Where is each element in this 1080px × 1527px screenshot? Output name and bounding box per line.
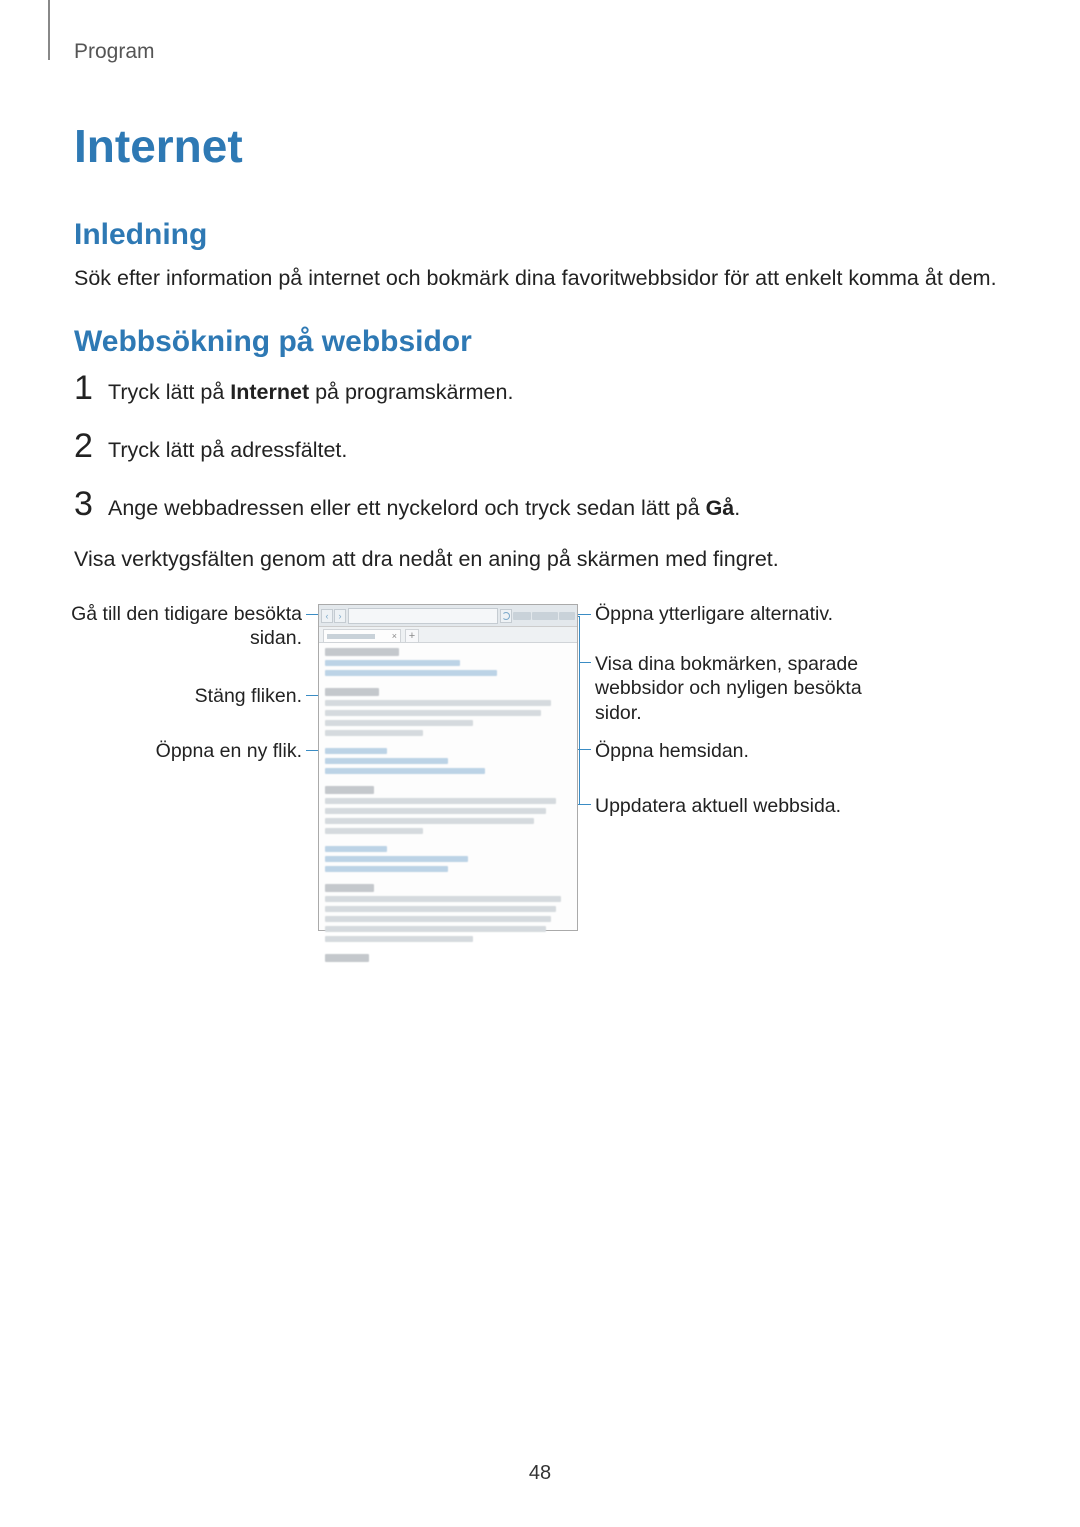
browser-tab[interactable]: × bbox=[323, 629, 401, 642]
leader-line bbox=[579, 749, 580, 804]
tab-strip: × + bbox=[319, 627, 577, 643]
tab-label bbox=[327, 634, 375, 639]
callout-home: Öppna hemsidan. bbox=[595, 739, 895, 763]
callout-new-tab: Öppna en ny flik. bbox=[34, 739, 302, 763]
leader-line bbox=[306, 695, 318, 696]
step-number: 3 bbox=[74, 487, 108, 521]
content-placeholder bbox=[325, 710, 541, 716]
content-placeholder bbox=[325, 916, 551, 922]
leader-line bbox=[579, 749, 591, 750]
content-placeholder bbox=[325, 720, 473, 726]
content-placeholder bbox=[325, 828, 423, 834]
content-placeholder bbox=[325, 768, 485, 774]
content-spacer bbox=[325, 680, 571, 688]
browser-mockup: ‹ › × + bbox=[318, 604, 578, 931]
browser-figure: Gå till den tidigare besökta sidan. Stän… bbox=[74, 604, 1006, 984]
step-text-post: på programskärmen. bbox=[309, 380, 513, 404]
content-placeholder bbox=[325, 846, 387, 852]
section-heading-search: Webbsökning på webbsidor bbox=[74, 325, 1006, 359]
content-spacer bbox=[325, 740, 571, 748]
step-text-pre: Ange webbadressen eller ett nyckelord oc… bbox=[108, 496, 706, 520]
content-placeholder bbox=[325, 936, 473, 942]
content-spacer bbox=[325, 778, 571, 786]
content-placeholder bbox=[325, 700, 551, 706]
page: Program Internet Inledning Sök efter inf… bbox=[0, 0, 1080, 1527]
page-number: 48 bbox=[0, 1462, 1080, 1485]
callout-close-tab: Stäng fliken. bbox=[34, 684, 302, 708]
content-placeholder bbox=[325, 884, 374, 892]
back-icon[interactable]: ‹ bbox=[321, 609, 333, 623]
step-item: 3 Ange webbadressen eller ett nyckelord … bbox=[74, 487, 1006, 523]
step-text-post: . bbox=[734, 496, 740, 520]
content-placeholder bbox=[325, 758, 448, 764]
content-placeholder bbox=[325, 866, 448, 872]
step-text-bold: Gå bbox=[706, 496, 735, 520]
leader-line bbox=[579, 662, 580, 749]
leader-line bbox=[579, 616, 580, 662]
content-placeholder bbox=[325, 688, 379, 696]
content-placeholder bbox=[325, 808, 546, 814]
content-spacer bbox=[325, 946, 571, 954]
callout-back: Gå till den tidigare besökta sidan. bbox=[34, 602, 302, 651]
leader-line bbox=[306, 750, 318, 751]
browser-content bbox=[319, 643, 577, 971]
close-icon[interactable]: × bbox=[392, 632, 397, 641]
step-text-pre: Tryck lätt på adressfältet. bbox=[108, 438, 347, 462]
new-tab-button[interactable]: + bbox=[405, 629, 419, 642]
bookmarks-button[interactable] bbox=[532, 612, 558, 620]
content-spacer bbox=[325, 876, 571, 884]
content-placeholder bbox=[325, 954, 369, 962]
more-button[interactable] bbox=[559, 612, 575, 620]
step-text: Tryck lätt på adressfältet. bbox=[108, 436, 347, 465]
leader-line bbox=[579, 804, 591, 805]
step-list: 1 Tryck lätt på Internet på programskärm… bbox=[74, 371, 1006, 523]
intro-body: Sök efter information på internet och bo… bbox=[74, 264, 1006, 293]
content-placeholder bbox=[325, 660, 460, 666]
breadcrumb: Program bbox=[74, 40, 1006, 64]
content-placeholder bbox=[325, 670, 497, 676]
step-text-pre: Tryck lätt på bbox=[108, 380, 230, 404]
margin-bar bbox=[48, 0, 50, 60]
step-item: 1 Tryck lätt på Internet på programskärm… bbox=[74, 371, 1006, 407]
page-title: Internet bbox=[74, 119, 1006, 173]
refresh-glyph bbox=[502, 612, 510, 620]
content-placeholder bbox=[325, 818, 534, 824]
step-text: Ange webbadressen eller ett nyckelord oc… bbox=[108, 494, 740, 523]
content-placeholder bbox=[325, 896, 561, 902]
content-placeholder bbox=[325, 748, 387, 754]
after-steps-text: Visa verktygsfälten genom att dra nedåt … bbox=[74, 545, 1006, 574]
leader-line bbox=[579, 662, 591, 663]
step-number: 2 bbox=[74, 429, 108, 463]
step-item: 2 Tryck lätt på adressfältet. bbox=[74, 429, 1006, 465]
content-placeholder bbox=[325, 906, 556, 912]
browser-toolbar: ‹ › bbox=[319, 605, 577, 627]
callout-more: Öppna ytterligare alternativ. bbox=[595, 602, 895, 626]
content-placeholder bbox=[325, 798, 556, 804]
content-placeholder bbox=[325, 730, 423, 736]
forward-icon[interactable]: › bbox=[334, 609, 346, 623]
section-heading-intro: Inledning bbox=[74, 218, 1006, 252]
content-spacer bbox=[325, 838, 571, 846]
content-placeholder bbox=[325, 786, 374, 794]
step-text: Tryck lätt på Internet på programskärmen… bbox=[108, 378, 513, 407]
address-bar[interactable] bbox=[348, 608, 498, 624]
home-button[interactable] bbox=[513, 612, 531, 620]
step-text-bold: Internet bbox=[230, 380, 309, 404]
content-placeholder bbox=[325, 856, 468, 862]
content-placeholder bbox=[325, 926, 546, 932]
callout-refresh: Uppdatera aktuell webbsida. bbox=[595, 794, 895, 818]
callout-bookmarks: Visa dina bokmärken, sparade webbsidor o… bbox=[595, 652, 895, 725]
refresh-icon[interactable] bbox=[500, 609, 512, 623]
content-placeholder bbox=[325, 648, 399, 656]
step-number: 1 bbox=[74, 371, 108, 405]
